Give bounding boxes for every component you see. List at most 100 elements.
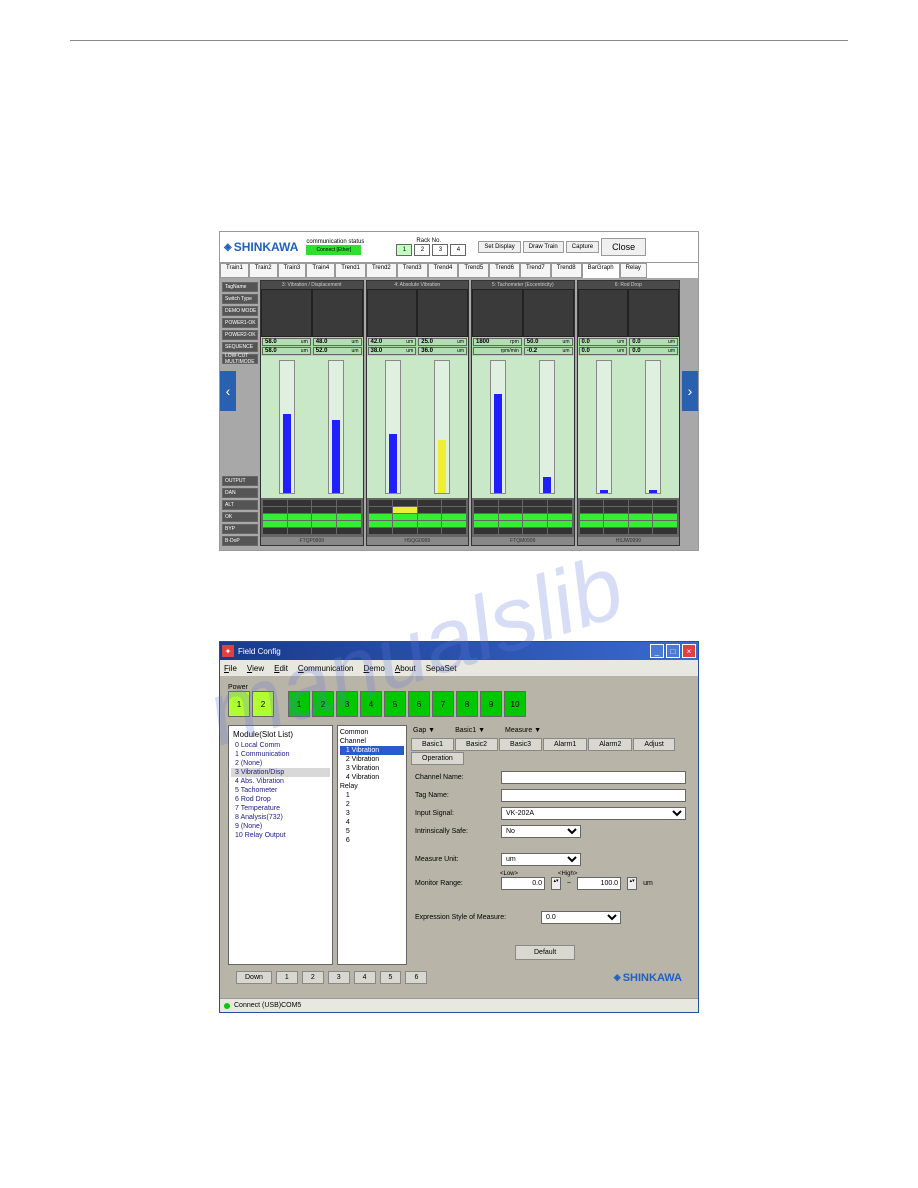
tab-train3[interactable]: Train3 [278, 263, 307, 278]
measure-unit-select[interactable]: um [501, 853, 581, 866]
capture-button[interactable]: Capture [566, 241, 599, 253]
slot-item-4[interactable]: 4 Abs. Vibration [231, 777, 330, 786]
module-foot: HSQG0999 [367, 537, 469, 545]
maximize-button[interactable]: □ [666, 644, 680, 658]
nav-left-button[interactable]: ‹ [220, 371, 236, 411]
slot-button-2[interactable]: 2 [312, 691, 334, 717]
channel-name-input[interactable] [501, 771, 686, 784]
menu-demo[interactable]: Demo [364, 664, 385, 673]
slot-item-2[interactable]: 2 (None) [231, 759, 330, 768]
relay-item-6[interactable]: 6 [340, 836, 404, 845]
minimize-button[interactable]: _ [650, 644, 664, 658]
slot-item-8[interactable]: 8 Analysis(732) [231, 813, 330, 822]
slot-item-1[interactable]: 1 Communication [231, 750, 330, 759]
slot-button-5[interactable]: 5 [384, 691, 406, 717]
lbl-bdop: B-DoP [222, 536, 258, 546]
lbl-switchtype: Switch Type [222, 294, 258, 304]
tab-trend4[interactable]: Trend4 [428, 263, 459, 278]
menu-edit[interactable]: Edit [274, 664, 288, 673]
tab-trend7[interactable]: Trend7 [520, 263, 551, 278]
slot-item-7[interactable]: 7 Temperature [231, 804, 330, 813]
page-button-5[interactable]: 5 [380, 971, 402, 984]
power-slot-1[interactable]: 1 [228, 691, 250, 717]
tab-trend5[interactable]: Trend5 [458, 263, 489, 278]
slot-button-4[interactable]: 4 [360, 691, 382, 717]
subtab-basic2[interactable]: Basic2 [455, 738, 498, 751]
tab-trend1[interactable]: Trend1 [335, 263, 366, 278]
slot-button-9[interactable]: 9 [480, 691, 502, 717]
channel-item-4[interactable]: 4 Vibration [340, 773, 404, 782]
set-display-button[interactable]: Set Display [478, 241, 520, 253]
slot-item-3[interactable]: 3 Vibration/Disp [231, 768, 330, 777]
rack-button-2[interactable]: 2 [414, 244, 430, 256]
menu-about[interactable]: About [395, 664, 416, 673]
lbl-alt: ALT [222, 500, 258, 510]
relay-item-3[interactable]: 3 [340, 809, 404, 818]
subtab-adjust[interactable]: Adjust [633, 738, 674, 751]
page-button-4[interactable]: 4 [354, 971, 376, 984]
tab-train1[interactable]: Train1 [220, 263, 249, 278]
slot-button-6[interactable]: 6 [408, 691, 430, 717]
relay-item-2[interactable]: 2 [340, 800, 404, 809]
default-button[interactable]: Default [515, 945, 575, 960]
spinner-icon[interactable]: ▴▾ [627, 877, 637, 890]
page-button-3[interactable]: 3 [328, 971, 350, 984]
relay-item-1[interactable]: 1 [340, 791, 404, 800]
shinkawa-logo-footer: SHINKAWA [614, 972, 682, 984]
slot-button-3[interactable]: 3 [336, 691, 358, 717]
nav-right-button[interactable]: › [682, 371, 698, 411]
tab-relay[interactable]: Relay [620, 263, 647, 278]
subtab-basic1[interactable]: Basic1 [411, 738, 454, 751]
relay-item-5[interactable]: 5 [340, 827, 404, 836]
tab-trend8[interactable]: Trend8 [551, 263, 582, 278]
slot-item-5[interactable]: 5 Tachometer [231, 786, 330, 795]
subtab-basic3[interactable]: Basic3 [499, 738, 542, 751]
close-button[interactable]: Close [601, 238, 646, 256]
range-high-input[interactable] [577, 877, 621, 890]
menu-sepaset[interactable]: SepaSet [426, 664, 457, 673]
page-button-2[interactable]: 2 [302, 971, 324, 984]
input-signal-select[interactable]: VK-202A [501, 807, 686, 820]
tab-trend2[interactable]: Trend2 [366, 263, 397, 278]
bargraph-display-window: SHINKAWA communication status Connect [E… [219, 231, 699, 551]
rack-button-3[interactable]: 3 [432, 244, 448, 256]
slot-button-1[interactable]: 1 [288, 691, 310, 717]
range-low-input[interactable] [501, 877, 545, 890]
slot-item-6[interactable]: 6 Rod Drop [231, 795, 330, 804]
subtab-alarm2[interactable]: Alarm2 [588, 738, 632, 751]
channel-item-2[interactable]: 2 Vibration [340, 755, 404, 764]
slot-item-0[interactable]: 0 Local Comm [231, 741, 330, 750]
menu-file[interactable]: File [224, 664, 237, 673]
spinner-icon[interactable]: ▴▾ [551, 877, 561, 890]
tab-trend3[interactable]: Trend3 [397, 263, 428, 278]
intrinsic-select[interactable]: No [501, 825, 581, 838]
slot-item-10[interactable]: 10 Relay Output [231, 831, 330, 840]
menu-communication[interactable]: Communication [298, 664, 354, 673]
rack-button-4[interactable]: 4 [450, 244, 466, 256]
tag-name-input[interactable] [501, 789, 686, 802]
relay-item-4[interactable]: 4 [340, 818, 404, 827]
tab-train2[interactable]: Train2 [249, 263, 278, 278]
expression-select[interactable]: 0.0 [541, 911, 621, 924]
tab-train4[interactable]: Train4 [306, 263, 335, 278]
channel-item-3[interactable]: 3 Vibration [340, 764, 404, 773]
slot-button-10[interactable]: 10 [504, 691, 526, 717]
menu-view[interactable]: View [247, 664, 264, 673]
module-title: 3: Vibration / Displacement [261, 281, 363, 289]
subtab-alarm1[interactable]: Alarm1 [543, 738, 587, 751]
lbl-ok: OK [222, 512, 258, 522]
tab-trend6[interactable]: Trend6 [489, 263, 520, 278]
rack-button-1[interactable]: 1 [396, 244, 412, 256]
power-slot-2[interactable]: 2 [252, 691, 274, 717]
down-button[interactable]: Down [236, 971, 272, 984]
slot-button-8[interactable]: 8 [456, 691, 478, 717]
page-button-1[interactable]: 1 [276, 971, 298, 984]
slot-item-9[interactable]: 9 (None) [231, 822, 330, 831]
channel-item-1[interactable]: 1 Vibration [340, 746, 404, 755]
draw-train-button[interactable]: Draw Train [523, 241, 564, 253]
tab-bargraph[interactable]: BarGraph [582, 263, 620, 278]
page-button-6[interactable]: 6 [405, 971, 427, 984]
subtab-operation[interactable]: Operation [411, 752, 464, 765]
window-close-button[interactable]: × [682, 644, 696, 658]
slot-button-7[interactable]: 7 [432, 691, 454, 717]
